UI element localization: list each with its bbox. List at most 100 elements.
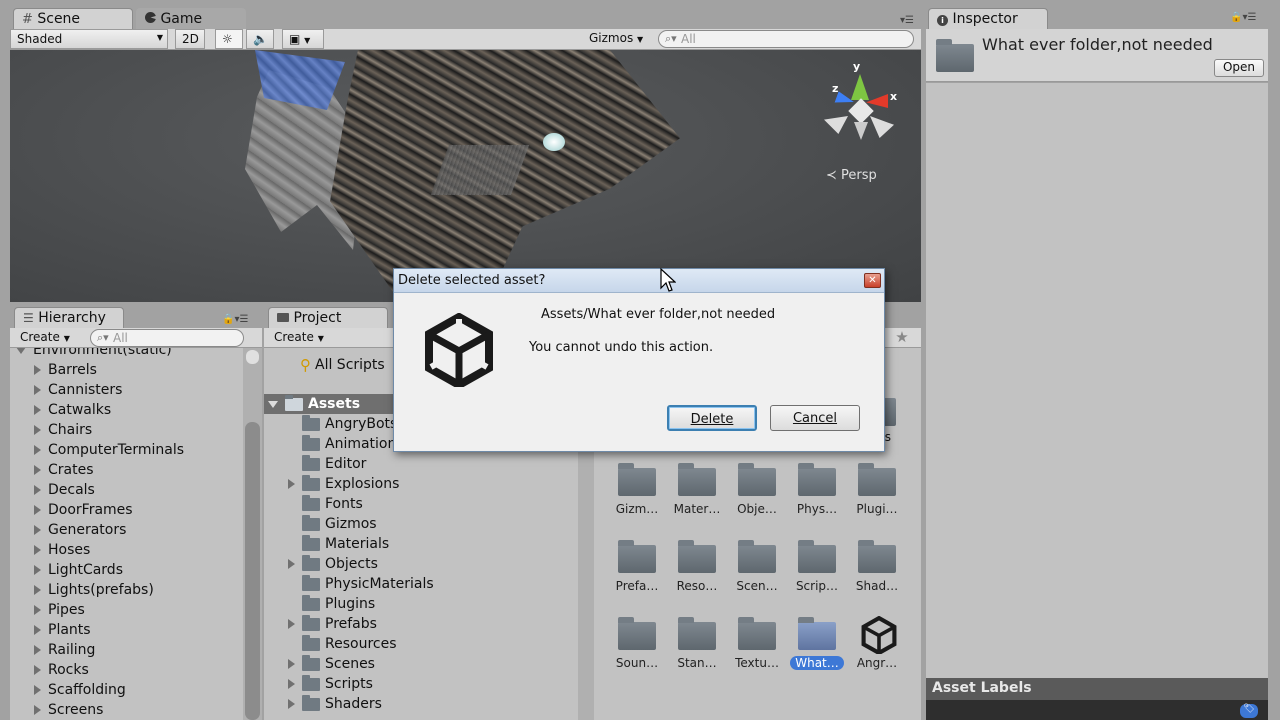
expand-arrow-icon[interactable] [34, 525, 41, 535]
grid-folder-icon[interactable] [618, 540, 656, 573]
effects-dropdown[interactable]: ▣ ▼ [282, 29, 324, 49]
tab-hierarchy[interactable]: ☰ Hierarchy [14, 307, 124, 329]
expand-arrow-icon[interactable] [288, 699, 295, 709]
expand-arrow-icon[interactable] [34, 685, 41, 695]
expand-arrow-icon[interactable] [34, 365, 41, 375]
project-folder-row[interactable]: Fonts [288, 494, 363, 514]
grid-item-label[interactable]: Shad… [847, 579, 907, 593]
project-folder-row[interactable]: Scenes [288, 654, 375, 674]
orientation-gizmo[interactable]: y z x [818, 60, 902, 154]
grid-item-label[interactable]: Obje… [727, 502, 787, 516]
hierarchy-item[interactable]: Hoses [34, 540, 90, 560]
hierarchy-lock-icon[interactable]: 🔒▾☰ [222, 314, 248, 325]
grid-folder-icon[interactable] [678, 540, 716, 573]
project-folder-row[interactable]: Editor [288, 454, 366, 474]
project-folder-row[interactable]: Scripts [288, 674, 373, 694]
expand-arrow-icon[interactable] [34, 465, 41, 475]
expand-arrow-icon[interactable] [288, 479, 295, 489]
2d-toggle[interactable]: 2D [175, 29, 205, 49]
grid-item-label[interactable]: Angr… [847, 656, 907, 670]
grid-folder-icon[interactable] [738, 463, 776, 496]
expand-arrow-icon[interactable] [34, 485, 41, 495]
grid-folder-icon[interactable] [618, 617, 656, 650]
grid-folder-icon[interactable] [798, 617, 836, 650]
scene-panel-menu-icon[interactable]: ▾☰ [900, 15, 914, 26]
all-scripts-row[interactable]: ⚲ All Scripts [300, 355, 385, 375]
persp-label[interactable]: ≺ Persp [826, 168, 877, 183]
grid-item-label[interactable]: Textu… [727, 656, 787, 670]
grid-item-label[interactable]: Soun… [607, 656, 667, 670]
scroll-up-arrow-icon[interactable] [246, 350, 259, 364]
project-folder-row[interactable]: Objects [288, 554, 378, 574]
dialog-close-button[interactable]: ✕ [864, 273, 881, 288]
grid-folder-icon[interactable] [678, 617, 716, 650]
grid-item-label[interactable]: Plugi… [847, 502, 907, 516]
expand-arrow-icon[interactable] [34, 665, 41, 675]
hierarchy-search-input[interactable]: ⌕▾ All [90, 329, 244, 347]
grid-item-label[interactable]: Reso… [667, 579, 727, 593]
project-folder-row[interactable]: Shaders [288, 694, 382, 714]
expand-arrow-icon[interactable] [34, 445, 41, 455]
expand-arrow-icon[interactable] [16, 348, 26, 354]
expand-arrow-icon[interactable] [34, 545, 41, 555]
tab-inspector[interactable]: i Inspector [928, 8, 1048, 30]
project-folder-row[interactable]: Animation [288, 434, 396, 454]
cancel-button[interactable]: Cancel [770, 405, 860, 431]
expand-arrow-icon[interactable] [288, 559, 295, 569]
hierarchy-item[interactable]: Plants [34, 620, 91, 640]
project-folder-row[interactable]: AngryBots [288, 414, 397, 434]
expand-arrow-icon[interactable] [34, 605, 41, 615]
grid-item-label[interactable]: What… [790, 656, 844, 670]
hierarchy-item[interactable]: Rocks [34, 660, 89, 680]
grid-item-label[interactable]: Stan… [667, 656, 727, 670]
open-button[interactable]: Open [1214, 59, 1264, 77]
tab-scene[interactable]: # Scene [13, 8, 133, 30]
tab-project[interactable]: Project [268, 307, 388, 329]
lighting-toggle[interactable]: ☼ [215, 29, 243, 49]
audio-toggle[interactable]: 🔈 [246, 29, 274, 49]
grid-folder-icon[interactable] [858, 540, 896, 573]
grid-item-label[interactable]: Gizm… [607, 502, 667, 516]
asset-labels-header[interactable]: Asset Labels [926, 678, 1268, 700]
grid-folder-icon[interactable] [798, 540, 836, 573]
expand-arrow-icon[interactable] [34, 645, 41, 655]
expand-arrow-icon[interactable] [34, 705, 41, 715]
project-folder-row[interactable]: Explosions [288, 474, 399, 494]
hierarchy-item[interactable]: Crates [34, 460, 94, 480]
dialog-titlebar[interactable]: Delete selected asset? ✕ [394, 269, 884, 293]
hierarchy-item[interactable]: Cannisters [34, 380, 122, 400]
project-folder-row[interactable]: PhysicMaterials [288, 574, 434, 594]
expand-arrow-icon[interactable] [34, 585, 41, 595]
scene-viewport[interactable]: y z x ≺ Persp [10, 50, 921, 302]
gizmos-dropdown[interactable]: Gizmos ▼ [583, 29, 653, 49]
project-create-dropdown[interactable]: Create ▼ [268, 328, 334, 348]
lock-icon[interactable]: 🔒▾☰ [1230, 12, 1256, 23]
expand-arrow-icon[interactable] [34, 625, 41, 635]
unity-scene-icon[interactable] [860, 615, 898, 658]
project-folder-row[interactable]: Resources [288, 634, 397, 654]
hierarchy-create-dropdown[interactable]: Create ▼ [14, 328, 80, 348]
grid-item-label[interactable]: Scrip… [787, 579, 847, 593]
project-folder-row[interactable]: Materials [288, 534, 389, 554]
tab-game[interactable]: Game [136, 8, 246, 30]
grid-folder-icon[interactable] [858, 463, 896, 496]
expand-arrow-icon[interactable] [288, 619, 295, 629]
hierarchy-item[interactable]: Barrels [34, 360, 97, 380]
expand-arrow-icon[interactable] [34, 385, 41, 395]
grid-folder-icon[interactable] [738, 540, 776, 573]
hierarchy-item[interactable]: ComputerTerminals [34, 440, 184, 460]
favorite-star-icon[interactable]: ★ [884, 328, 920, 348]
grid-folder-icon[interactable] [738, 617, 776, 650]
project-folder-row[interactable]: Prefabs [288, 614, 377, 634]
hierarchy-item[interactable]: Generators [34, 520, 126, 540]
project-folder-row[interactable]: Plugins [288, 594, 375, 614]
hierarchy-item[interactable]: Scaffolding [34, 680, 126, 700]
hierarchy-item[interactable]: Pipes [34, 600, 85, 620]
expand-arrow-icon[interactable] [288, 659, 295, 669]
hierarchy-item[interactable]: Chairs [34, 420, 92, 440]
grid-folder-icon[interactable] [798, 463, 836, 496]
grid-folder-icon[interactable] [618, 463, 656, 496]
expand-arrow-icon[interactable] [34, 425, 41, 435]
expand-arrow-icon[interactable] [268, 400, 278, 408]
scene-search-input[interactable]: ⌕▾ All [658, 30, 914, 48]
